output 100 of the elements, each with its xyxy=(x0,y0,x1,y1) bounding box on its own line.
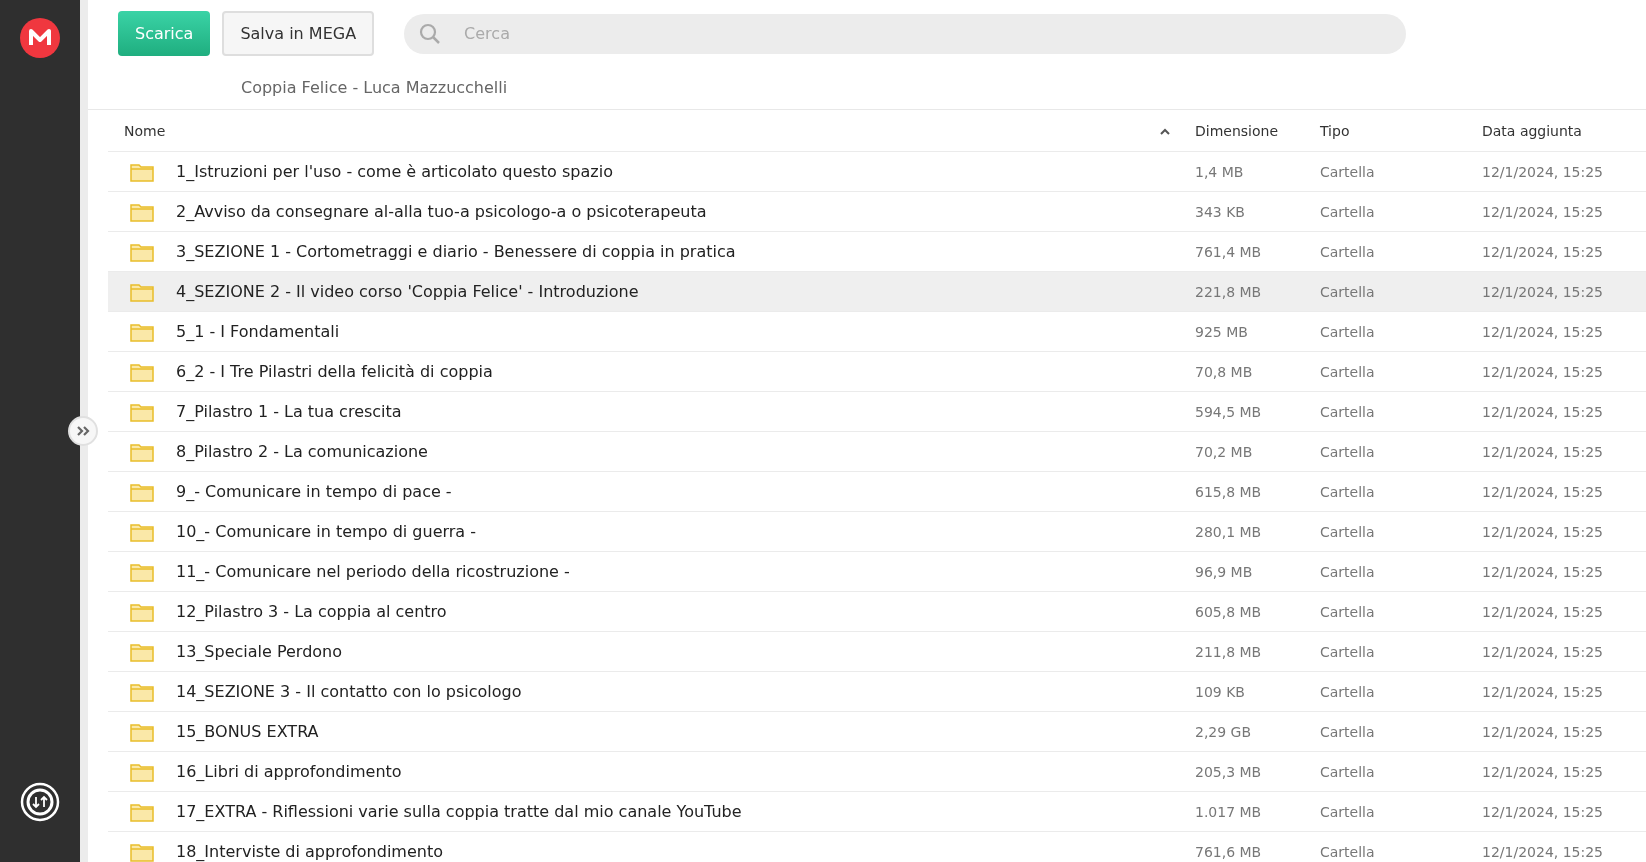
type-cell: Cartella xyxy=(1320,684,1375,700)
size-cell: 605,8 MB xyxy=(1195,604,1262,620)
folder-name: 17_EXTRA - Riflessioni varie sulla coppia tratte dal mio canale YouTube xyxy=(176,802,742,821)
folder-name: 2_Avviso da consegnare al-alla tuo-a psicologo-a o psicoterapeuta xyxy=(176,202,707,221)
folder-name: 18_Interviste di approfondimento xyxy=(176,842,443,861)
folder-icon xyxy=(130,521,154,542)
column-header[interactable]: Data aggiunta xyxy=(1482,123,1582,139)
type-cell: Cartella xyxy=(1320,764,1375,780)
folder-icon xyxy=(130,561,154,582)
date-cell: 12/1/2024, 15:25 xyxy=(1482,524,1604,540)
type-cell: Cartella xyxy=(1320,484,1375,500)
folder-icon xyxy=(130,161,154,182)
size-cell: 925 MB xyxy=(1195,324,1248,340)
folder-name: 16_Libri di approfondimento xyxy=(176,762,402,781)
size-cell: 1.017 MB xyxy=(1195,804,1262,820)
folder-name: 15_BONUS EXTRA xyxy=(176,722,319,741)
transfers-icon[interactable] xyxy=(20,782,60,822)
folder-name: 5_1 - I Fondamentali xyxy=(176,322,340,341)
type-cell: Cartella xyxy=(1320,524,1375,540)
folder-name: 12_Pilastro 3 - La coppia al centro xyxy=(176,602,447,621)
type-cell: Cartella xyxy=(1320,364,1375,380)
date-cell: 12/1/2024, 15:25 xyxy=(1482,404,1604,420)
date-cell: 12/1/2024, 15:25 xyxy=(1482,444,1604,460)
column-header[interactable]: Tipo xyxy=(1320,123,1350,139)
type-cell: Cartella xyxy=(1320,564,1375,580)
type-cell: Cartella xyxy=(1320,644,1375,660)
folder-icon xyxy=(130,281,154,302)
type-cell: Cartella xyxy=(1320,444,1375,460)
sort-caret-icon[interactable] xyxy=(1159,126,1171,135)
date-cell: 12/1/2024, 15:25 xyxy=(1482,564,1604,580)
folder-icon xyxy=(130,681,154,702)
type-cell: Cartella xyxy=(1320,804,1375,820)
column-header[interactable]: Dimensione xyxy=(1195,123,1279,139)
folder-icon xyxy=(130,441,154,462)
folder-icon xyxy=(130,321,154,342)
folder-icon xyxy=(130,801,154,822)
type-cell: Cartella xyxy=(1320,244,1375,260)
folder-icon xyxy=(130,761,154,782)
folder-icon xyxy=(130,841,154,862)
date-cell: 12/1/2024, 15:25 xyxy=(1482,204,1604,220)
date-cell: 12/1/2024, 15:25 xyxy=(1482,244,1604,260)
size-cell: 761,6 MB xyxy=(1195,844,1262,860)
folder-icon xyxy=(130,201,154,222)
type-cell: Cartella xyxy=(1320,324,1375,340)
logo-icon[interactable] xyxy=(20,18,60,58)
size-cell: 70,2 MB xyxy=(1195,444,1253,460)
folder-name: 14_SEZIONE 3 - Il contatto con lo psicologo xyxy=(176,682,522,701)
folder-icon xyxy=(130,241,154,262)
type-cell: Cartella xyxy=(1320,164,1375,180)
date-cell: 12/1/2024, 15:25 xyxy=(1482,684,1604,700)
type-cell: Cartella xyxy=(1320,284,1375,300)
folder-icon xyxy=(130,721,154,742)
folder-icon xyxy=(130,481,154,502)
date-cell: 12/1/2024, 15:25 xyxy=(1482,844,1604,860)
folder-name: 13_Speciale Perdono xyxy=(176,642,343,661)
type-cell: Cartella xyxy=(1320,404,1375,420)
size-cell: 211,8 MB xyxy=(1195,644,1262,660)
column-header[interactable]: Nome xyxy=(124,122,166,139)
folder-name: 1_Istruzioni per l'uso - come è articolato questo spazio xyxy=(176,162,613,181)
folder-icon xyxy=(130,361,154,382)
date-cell: 12/1/2024, 15:25 xyxy=(1482,644,1604,660)
type-cell: Cartella xyxy=(1320,204,1375,220)
size-cell: 280,1 MB xyxy=(1195,524,1262,540)
date-cell: 12/1/2024, 15:25 xyxy=(1482,324,1604,340)
folder-name: 9_- Comunicare in tempo di pace - xyxy=(176,482,452,501)
folder-name: 8_Pilastro 2 - La comunicazione xyxy=(176,442,428,461)
folder-name: 11_- Comunicare nel periodo della ricostruzione - xyxy=(176,562,570,581)
table-row[interactable]: 4_SEZIONE 2 - Il video corso 'Coppia Felice' - Introduzione 221,8 MB Cartella 12/1/2024, 15:25 xyxy=(108,272,1646,312)
size-cell: 761,4 MB xyxy=(1195,244,1262,260)
size-cell: 70,8 MB xyxy=(1195,364,1253,380)
breadcrumb[interactable]: Coppia Felice - Luca Mazzucchelli xyxy=(241,78,508,97)
size-cell: 2,29 GB xyxy=(1195,724,1252,740)
date-cell: 12/1/2024, 15:25 xyxy=(1482,484,1604,500)
save-button[interactable]: Salva in MEGA xyxy=(222,11,375,56)
folder-name: 7_Pilastro 1 - La tua crescita xyxy=(176,402,402,421)
folder-name: 3_SEZIONE 1 - Cortometraggi e diario - Benessere di coppia in pratica xyxy=(176,242,736,261)
type-cell: Cartella xyxy=(1320,724,1375,740)
size-cell: 205,3 MB xyxy=(1195,764,1262,780)
size-cell: 221,8 MB xyxy=(1195,284,1262,300)
search-field[interactable]: Cerca xyxy=(404,13,1407,54)
expand-sidebar-button[interactable] xyxy=(68,416,98,446)
folder-name: 6_2 - I Tre Pilastri della felicità di coppia xyxy=(176,362,493,381)
date-cell: 12/1/2024, 15:25 xyxy=(1482,284,1604,300)
size-cell: 594,5 MB xyxy=(1195,404,1262,420)
folder-icon xyxy=(130,641,154,662)
folder-icon xyxy=(130,401,154,422)
size-cell: 615,8 MB xyxy=(1195,484,1262,500)
type-cell: Cartella xyxy=(1320,844,1375,860)
date-cell: 12/1/2024, 15:25 xyxy=(1482,604,1604,620)
date-cell: 12/1/2024, 15:25 xyxy=(1482,164,1604,180)
size-cell: 96,9 MB xyxy=(1195,564,1253,580)
size-cell: 109 KB xyxy=(1195,684,1245,700)
folder-icon xyxy=(130,601,154,622)
size-cell: 1,4 MB xyxy=(1195,164,1244,180)
size-cell: 343 KB xyxy=(1195,204,1245,220)
date-cell: 12/1/2024, 15:25 xyxy=(1482,724,1604,740)
type-cell: Cartella xyxy=(1320,604,1375,620)
double-chevron-icon xyxy=(76,426,90,436)
date-cell: 12/1/2024, 15:25 xyxy=(1482,764,1604,780)
date-cell: 12/1/2024, 15:25 xyxy=(1482,804,1604,820)
